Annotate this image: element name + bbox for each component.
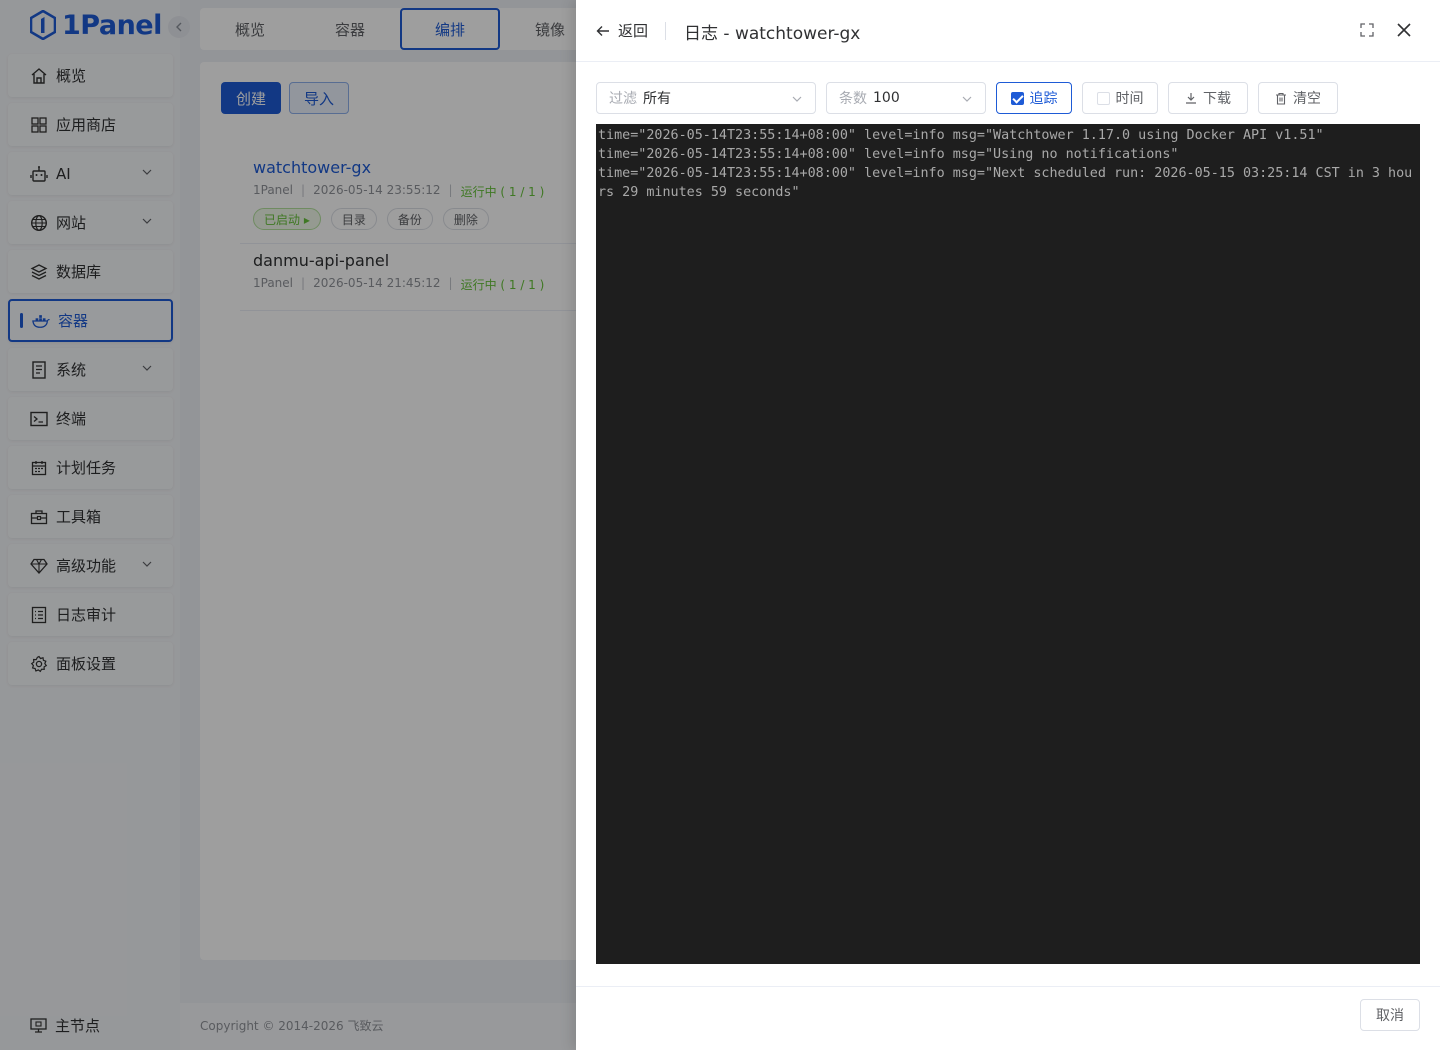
- arrow-left-icon: [596, 25, 609, 36]
- checkbox-checked-icon: [1010, 91, 1024, 105]
- trash-icon: [1276, 92, 1286, 105]
- fullscreen-icon[interactable]: [1360, 23, 1374, 37]
- log-toolbar: 过滤 所有 条数 100 追踪 时间 下载 清空: [596, 82, 1420, 114]
- drawer-footer: 取消: [576, 986, 1440, 1050]
- download-icon: [1186, 93, 1196, 104]
- drawer-title: 日志 - watchtower-gx: [684, 24, 861, 44]
- chevron-down-icon: [792, 96, 802, 102]
- cancel-button[interactable]: 取消: [1360, 999, 1420, 1031]
- log-line: time="2026-05-14T23:55:14+08:00" level=i…: [598, 147, 1179, 162]
- filter-value: 所有: [643, 91, 671, 107]
- download-label: 下载: [1203, 91, 1231, 107]
- back-label: 返回: [618, 22, 649, 40]
- time-checkbox[interactable]: 时间: [1082, 82, 1158, 114]
- log-line: time="2026-05-14T23:55:14+08:00" level=i…: [598, 128, 1324, 143]
- time-label: 时间: [1115, 91, 1144, 107]
- count-value: 100: [873, 90, 900, 106]
- drawer-header: 返回 日志 - watchtower-gx: [576, 0, 1440, 62]
- clear-label: 清空: [1293, 91, 1321, 107]
- log-drawer: 返回 日志 - watchtower-gx 过滤 所有 条数 100 追踪 时间…: [576, 0, 1440, 1050]
- clear-button[interactable]: 清空: [1258, 82, 1338, 114]
- count-select[interactable]: 条数 100: [826, 82, 986, 114]
- close-icon[interactable]: [1396, 22, 1412, 38]
- log-line: time="2026-05-14T23:55:14+08:00" level=i…: [598, 166, 1413, 200]
- back-button[interactable]: 返回: [596, 20, 648, 41]
- filter-prefix: 过滤: [609, 91, 637, 107]
- download-button[interactable]: 下载: [1168, 82, 1248, 114]
- chevron-down-icon: [962, 96, 972, 102]
- checkbox-unchecked-icon: [1096, 91, 1110, 105]
- filter-select[interactable]: 过滤 所有: [596, 82, 816, 114]
- log-output[interactable]: time="2026-05-14T23:55:14+08:00" level=i…: [596, 124, 1420, 964]
- follow-checkbox[interactable]: 追踪: [996, 82, 1072, 114]
- count-prefix: 条数: [839, 91, 867, 107]
- follow-label: 追踪: [1029, 91, 1058, 107]
- header-divider: [665, 22, 666, 40]
